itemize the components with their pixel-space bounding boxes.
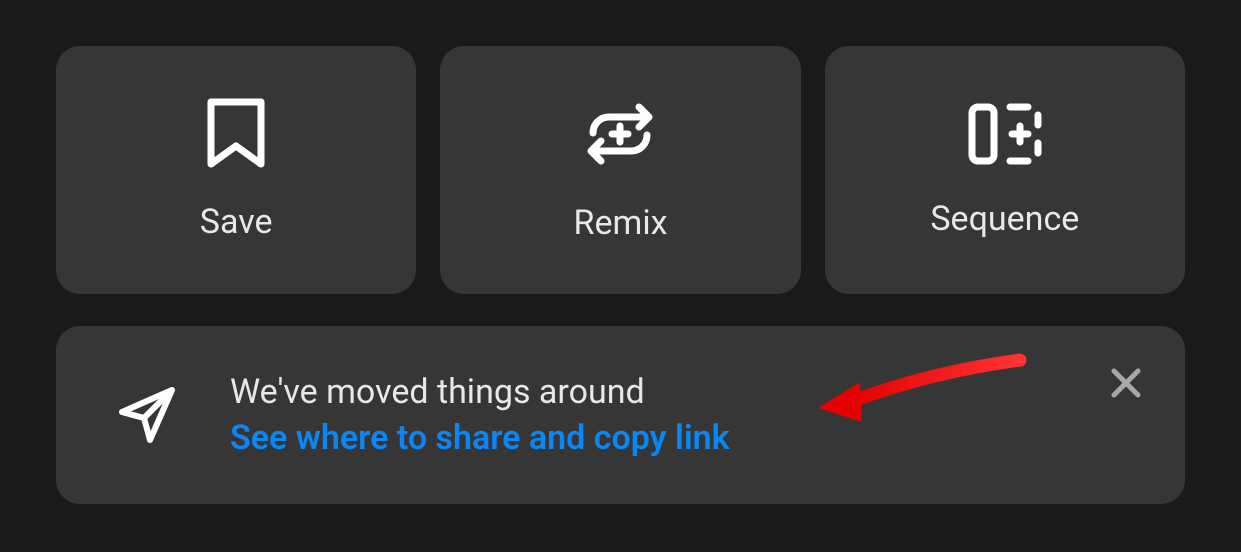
- remix-label: Remix: [574, 203, 668, 243]
- sequence-label: Sequence: [930, 199, 1079, 239]
- banner-link[interactable]: See where to share and copy link: [230, 418, 730, 458]
- sequence-button[interactable]: Sequence: [825, 46, 1185, 294]
- save-button[interactable]: Save: [56, 46, 416, 294]
- save-label: Save: [200, 202, 273, 242]
- remix-icon: [583, 97, 657, 171]
- bookmark-icon: [205, 98, 267, 170]
- remix-button[interactable]: Remix: [440, 46, 800, 294]
- info-banner: We've moved things around See where to s…: [56, 326, 1185, 504]
- send-icon: [116, 384, 178, 446]
- banner-title: We've moved things around: [230, 372, 730, 412]
- share-panel: Save Remix: [0, 0, 1241, 540]
- action-row: Save Remix: [56, 46, 1185, 294]
- sequence-icon: [966, 101, 1044, 167]
- close-icon[interactable]: [1109, 366, 1143, 400]
- banner-text: We've moved things around See where to s…: [230, 372, 730, 458]
